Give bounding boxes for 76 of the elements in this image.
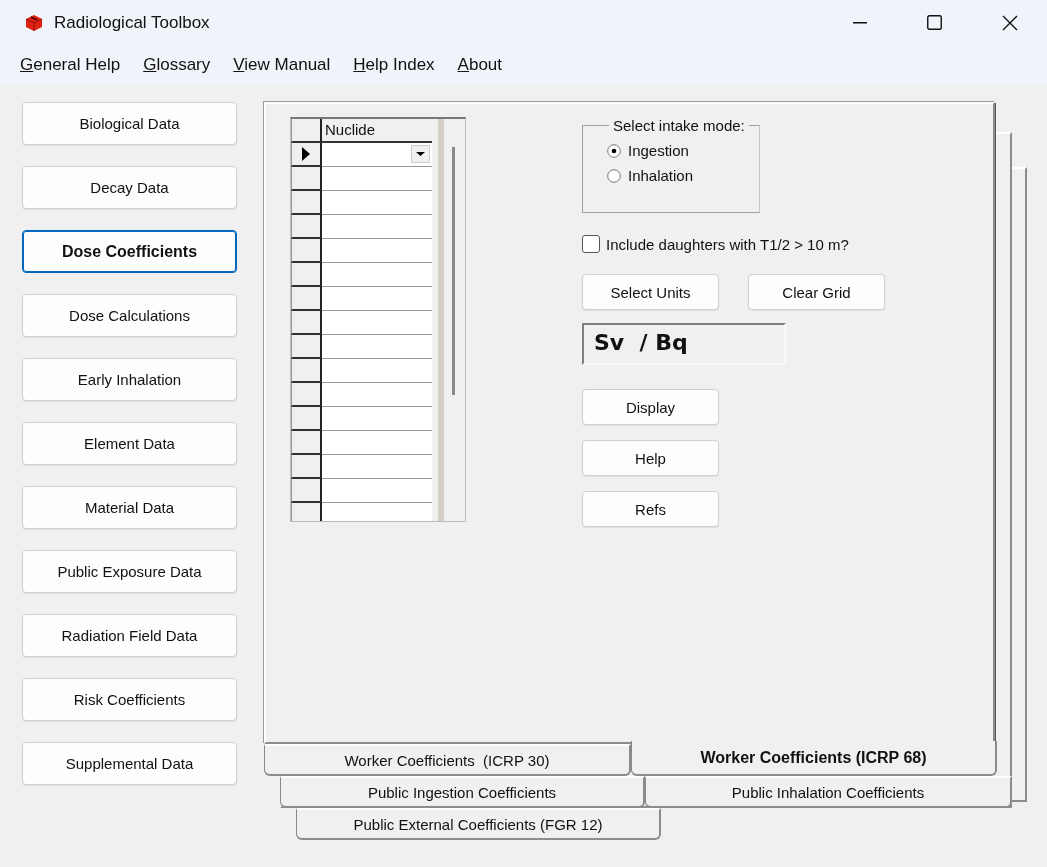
tab[interactable]: Worker Coefficients (ICRP 30)	[264, 744, 631, 776]
row-header[interactable]	[291, 407, 322, 431]
grid-cell[interactable]	[322, 143, 432, 167]
window-title: Radiological Toolbox	[54, 12, 211, 33]
grid-cell[interactable]	[322, 167, 432, 191]
tab[interactable]: Public External Coefficients (FGR 12)	[296, 808, 661, 840]
row-header[interactable]	[291, 263, 322, 287]
tab[interactable]: Public Inhalation Coefficients	[645, 776, 1012, 808]
tab[interactable]: Public Ingestion Coefficients	[280, 776, 645, 808]
grid-cell[interactable]	[322, 311, 432, 335]
row-header[interactable]	[291, 479, 322, 503]
sidebar-button[interactable]: Early Inhalation	[22, 358, 237, 401]
row-header[interactable]	[291, 431, 322, 455]
close-icon	[1001, 14, 1018, 31]
maximize-icon	[927, 15, 942, 30]
menu-item[interactable]: Glossary	[143, 55, 211, 75]
row-header[interactable]	[291, 503, 322, 521]
tab[interactable]: Worker Coefficients (ICRP 68)	[631, 741, 997, 776]
row-header[interactable]	[291, 167, 322, 191]
grid-cell[interactable]	[322, 191, 432, 215]
row-header[interactable]	[291, 383, 322, 407]
row-header[interactable]	[291, 143, 322, 167]
minimize-icon	[852, 21, 867, 24]
sidebar-button[interactable]: Radiation Field Data	[22, 614, 237, 657]
menu-item[interactable]: View Manual	[233, 55, 331, 75]
dropdown-button[interactable]	[411, 145, 430, 163]
radio-label: Inhalation	[628, 167, 694, 184]
sidebar-button[interactable]: Public Exposure Data	[22, 550, 237, 593]
toolbox-icon	[24, 13, 44, 32]
row-header[interactable]	[291, 311, 322, 335]
current-row-icon	[302, 147, 310, 161]
radio-button[interactable]	[607, 168, 621, 183]
grid-cell[interactable]	[322, 479, 432, 503]
row-header[interactable]	[291, 359, 322, 383]
sidebar-button[interactable]: Element Data	[22, 422, 237, 465]
row-header[interactable]	[291, 239, 322, 263]
grid-cell[interactable]	[322, 431, 432, 455]
grid-cell[interactable]	[322, 215, 432, 239]
action-button[interactable]: Select Units	[582, 274, 719, 310]
action-button[interactable]: Display	[582, 389, 719, 425]
group-label: Select intake mode:	[612, 117, 746, 134]
menu-item[interactable]: Help Index	[353, 55, 435, 75]
action-button[interactable]: Help	[582, 440, 719, 476]
menu-item[interactable]: General Help	[20, 55, 121, 75]
grid-cell[interactable]	[322, 335, 432, 359]
radio-option[interactable]: Inhalation	[607, 163, 694, 188]
row-header[interactable]	[291, 335, 322, 359]
sidebar-button[interactable]: Decay Data	[22, 166, 237, 209]
row-header[interactable]	[291, 191, 322, 215]
radio-label: Ingestion	[628, 142, 689, 159]
sidebar-button[interactable]: Dose Coefficients	[22, 230, 237, 273]
sidebar-button[interactable]: Supplemental Data	[22, 742, 237, 785]
grid-cell[interactable]	[322, 239, 432, 263]
grid-cell[interactable]	[322, 359, 432, 383]
units-display: Sv / Bq	[582, 323, 786, 365]
sidebar-button[interactable]: Material Data	[22, 486, 237, 529]
caret-icon	[416, 152, 425, 156]
sidebar-button[interactable]: Risk Coefficients	[22, 678, 237, 721]
radio-button[interactable]	[607, 143, 621, 158]
grid-cell[interactable]	[322, 383, 432, 407]
row-header[interactable]	[291, 215, 322, 239]
row-header[interactable]	[291, 287, 322, 311]
grid-cell[interactable]	[322, 263, 432, 287]
checkbox[interactable]	[582, 235, 600, 253]
grid-cell[interactable]	[322, 287, 432, 311]
radio-option[interactable]: Ingestion	[607, 138, 689, 163]
sidebar-button[interactable]: Biological Data	[22, 102, 237, 145]
grid-cell[interactable]	[322, 503, 432, 521]
menu-item[interactable]: About	[457, 55, 503, 75]
action-button[interactable]: Clear Grid	[748, 274, 885, 310]
grid-cell[interactable]	[322, 407, 432, 431]
grid-cell[interactable]	[322, 455, 432, 479]
action-button[interactable]: Refs	[582, 491, 719, 527]
scrollbar-thumb[interactable]	[452, 147, 455, 395]
row-header[interactable]	[291, 455, 322, 479]
sidebar-button[interactable]: Dose Calculations	[22, 294, 237, 337]
